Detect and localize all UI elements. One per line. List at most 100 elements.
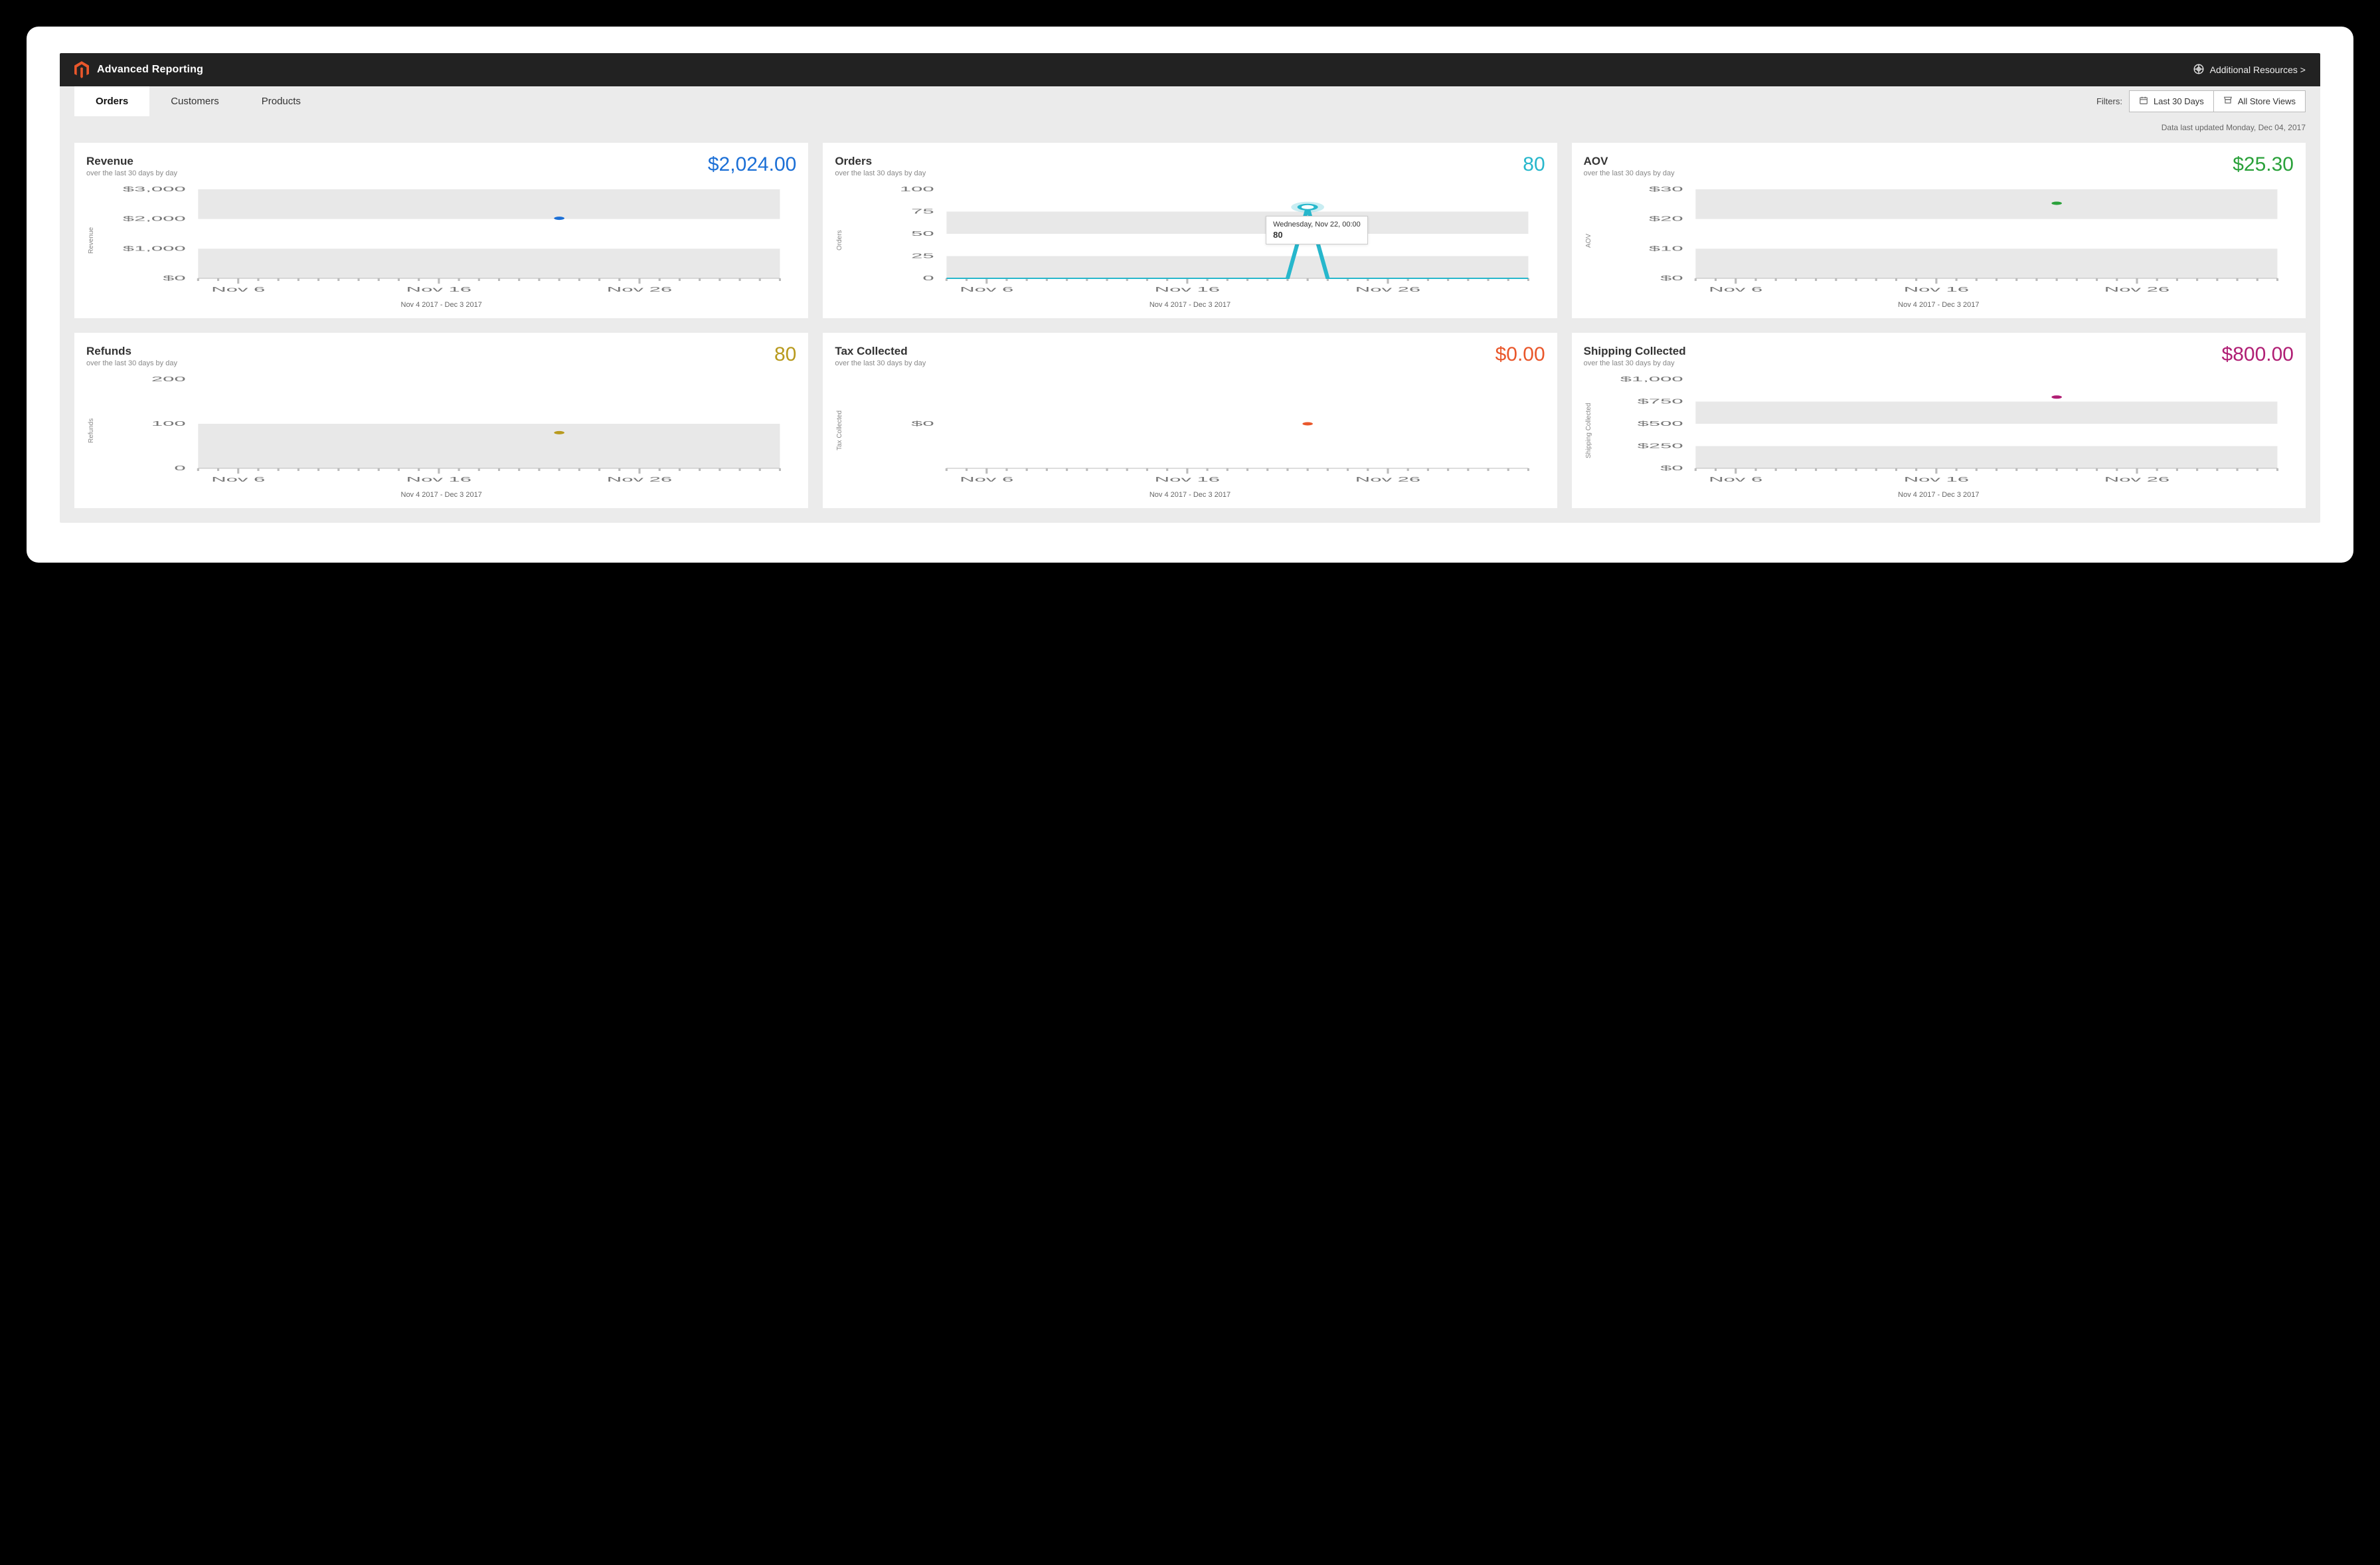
date-range-caption: Nov 4 2017 - Dec 3 2017 <box>86 491 796 499</box>
svg-text:Nov 6: Nov 6 <box>211 476 265 483</box>
svg-text:$750: $750 <box>1637 397 1683 405</box>
last-updated: Data last updated Monday, Dec 04, 2017 <box>60 116 2320 135</box>
card-tax: Tax Collected over the last 30 days by d… <box>823 333 1557 508</box>
svg-text:Nov 16: Nov 16 <box>406 286 471 293</box>
card-subtitle: over the last 30 days by day <box>1584 169 1675 177</box>
app-title: Advanced Reporting <box>97 64 203 76</box>
card-value: $25.30 <box>2233 155 2294 175</box>
filter-store-scope[interactable]: All Store Views <box>2213 90 2306 112</box>
card-refunds: Refunds over the last 30 days by day 80 … <box>74 333 808 508</box>
svg-text:$500: $500 <box>1637 420 1683 427</box>
magento-logo-icon <box>74 61 89 78</box>
date-range-caption: Nov 4 2017 - Dec 3 2017 <box>835 301 1545 309</box>
tooltip-label: Wednesday, Nov 22, 00:00 <box>1273 221 1361 229</box>
svg-text:Nov 16: Nov 16 <box>1903 286 1968 293</box>
card-revenue: Revenue over the last 30 days by day $2,… <box>74 143 808 318</box>
date-range-caption: Nov 4 2017 - Dec 3 2017 <box>1584 301 2294 309</box>
date-range-caption: Nov 4 2017 - Dec 3 2017 <box>835 491 1545 499</box>
svg-text:$1,000: $1,000 <box>1620 375 1683 383</box>
tab-customers[interactable]: Customers <box>149 86 240 116</box>
filters-label: Filters: <box>2096 96 2122 106</box>
tab-orders[interactable]: Orders <box>74 86 149 116</box>
chart-plot[interactable]: $0 $250 $500 $750 $1,000 Nov 6 Nov 16 Nov 26 <box>1592 374 2294 487</box>
svg-text:Nov 16: Nov 16 <box>1155 476 1220 483</box>
y-axis-label: Tax Collected <box>835 374 843 487</box>
chart-plot[interactable]: 0 100 200 Nov 6 Nov 16 Nov 26 <box>95 374 796 487</box>
card-subtitle: over the last 30 days by day <box>86 359 177 367</box>
card-value: $2,024.00 <box>708 155 796 175</box>
svg-text:Nov 6: Nov 6 <box>1709 476 1762 483</box>
card-value: $0.00 <box>1495 345 1545 365</box>
svg-text:$20: $20 <box>1649 215 1683 223</box>
filter-date-label: Last 30 Days <box>2154 96 2204 106</box>
svg-text:Nov 6: Nov 6 <box>211 286 265 293</box>
card-value: 80 <box>774 345 796 365</box>
chart-plot[interactable]: $0$10$20$30 Nov 6Nov 16Nov 26 <box>1592 184 2294 297</box>
svg-text:$2,000: $2,000 <box>123 215 186 223</box>
y-axis-label: Shipping Collected <box>1584 374 1592 487</box>
chart-plot[interactable]: $0 $1,000 $2,000 $3,000 Nov 6 Nov 16 Nov 26 <box>95 184 796 297</box>
card-aov: AOV over the last 30 days by day $25.30 … <box>1572 143 2306 318</box>
svg-text:$0: $0 <box>163 274 186 282</box>
filter-scope-label: All Store Views <box>2238 96 2296 106</box>
date-range-caption: Nov 4 2017 - Dec 3 2017 <box>86 301 796 309</box>
svg-text:$0: $0 <box>911 420 934 427</box>
tabs: Orders Customers Products <box>74 86 322 116</box>
card-title: Shipping Collected <box>1584 345 1686 358</box>
svg-text:Nov 26: Nov 26 <box>1355 286 1420 293</box>
svg-text:Nov 26: Nov 26 <box>607 476 672 483</box>
card-subtitle: over the last 30 days by day <box>835 169 926 177</box>
svg-text:$10: $10 <box>1649 244 1683 252</box>
card-value: 80 <box>1523 155 1545 175</box>
calendar-icon <box>2139 96 2148 107</box>
cards-grid: Revenue over the last 30 days by day $2,… <box>60 135 2320 523</box>
card-title: AOV <box>1584 155 1675 168</box>
card-orders: Orders over the last 30 days by day 80 O… <box>823 143 1557 318</box>
app-window: Advanced Reporting Additional Resources … <box>60 53 2320 523</box>
svg-text:Nov 6: Nov 6 <box>960 476 1014 483</box>
top-bar: Advanced Reporting Additional Resources … <box>60 53 2320 86</box>
svg-text:200: 200 <box>151 375 186 383</box>
svg-text:Nov 6: Nov 6 <box>1709 286 1762 293</box>
card-subtitle: over the last 30 days by day <box>1584 359 1686 367</box>
sub-bar: Orders Customers Products Filters: Last … <box>60 86 2320 116</box>
card-title: Refunds <box>86 345 177 358</box>
svg-text:Nov 16: Nov 16 <box>406 476 471 483</box>
svg-text:75: 75 <box>911 207 934 215</box>
svg-text:Nov 6: Nov 6 <box>960 286 1014 293</box>
svg-text:Nov 26: Nov 26 <box>607 286 672 293</box>
svg-text:25: 25 <box>911 252 934 259</box>
tab-products[interactable]: Products <box>240 86 322 116</box>
svg-text:Nov 16: Nov 16 <box>1903 476 1968 483</box>
y-axis-label: Refunds <box>86 374 95 487</box>
svg-text:100: 100 <box>151 420 186 427</box>
svg-text:50: 50 <box>911 230 934 237</box>
filters: Filters: Last 30 Days All Store Views <box>2096 90 2306 112</box>
y-axis-label: AOV <box>1584 184 1592 297</box>
card-subtitle: over the last 30 days by day <box>86 169 177 177</box>
y-axis-label: Revenue <box>86 184 95 297</box>
card-title: Revenue <box>86 155 177 168</box>
filter-date-range[interactable]: Last 30 Days <box>2129 90 2213 112</box>
svg-text:Nov 26: Nov 26 <box>2104 476 2169 483</box>
chart-plot[interactable]: $0 Nov 6 Nov 16 Nov 26 <box>843 374 1545 487</box>
svg-text:0: 0 <box>174 464 185 472</box>
svg-text:$3,000: $3,000 <box>123 185 186 193</box>
additional-resources-link[interactable]: Additional Resources > <box>2193 63 2306 77</box>
svg-text:$0: $0 <box>1660 274 1683 282</box>
tooltip: Wednesday, Nov 22, 00:00 80 <box>1266 216 1368 244</box>
svg-text:Nov 26: Nov 26 <box>1355 476 1420 483</box>
svg-text:$250: $250 <box>1637 442 1683 449</box>
svg-text:Nov 26: Nov 26 <box>2104 286 2169 293</box>
card-subtitle: over the last 30 days by day <box>835 359 926 367</box>
card-title: Tax Collected <box>835 345 926 358</box>
date-range-caption: Nov 4 2017 - Dec 3 2017 <box>1584 491 2294 499</box>
svg-text:$0: $0 <box>1660 464 1683 472</box>
svg-text:$1,000: $1,000 <box>123 244 186 252</box>
card-shipping: Shipping Collected over the last 30 days… <box>1572 333 2306 508</box>
card-title: Orders <box>835 155 926 168</box>
chart-plot[interactable]: 0255075100 Nov 6Nov 16Nov 26 Wednesday, … <box>843 184 1545 297</box>
card-value: $800.00 <box>2222 345 2294 365</box>
y-axis-label: Orders <box>835 184 843 297</box>
svg-text:Nov 16: Nov 16 <box>1155 286 1220 293</box>
